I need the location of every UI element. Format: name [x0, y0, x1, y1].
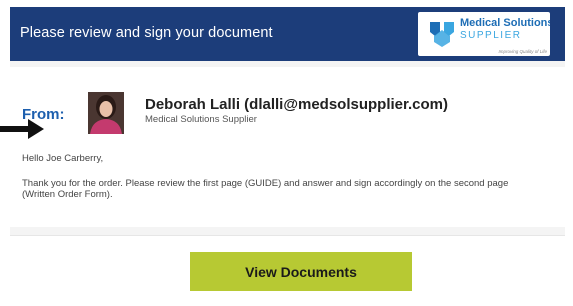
avatar-photo [88, 92, 124, 134]
action-area: View Documents [10, 236, 565, 306]
avatar-image [88, 92, 124, 134]
arrow-right-icon [0, 119, 44, 139]
logo-tagline: Improving Quality of Life [498, 49, 547, 54]
company-logo: Medical Solutions SUPPLIER Improving Qua… [418, 12, 550, 56]
email-frame: Please review and sign your document Med… [10, 7, 565, 306]
logo-name: Medical Solutions [460, 17, 550, 29]
email-header: Please review and sign your document Med… [10, 7, 565, 61]
email-card: From: Deborah Lalli (dlalli@medsolsuppli… [10, 67, 565, 227]
medical-solutions-logo-icon [430, 22, 454, 47]
header-title: Please review and sign your document [20, 25, 273, 41]
sender-company: Medical Solutions Supplier [145, 114, 257, 125]
sender-name: Deborah Lalli (dlalli@medsolsupplier.com… [145, 96, 449, 113]
view-documents-button[interactable]: View Documents [190, 252, 412, 291]
greeting-text: Hello Joe Carberry, [22, 153, 104, 164]
logo-subtitle: SUPPLIER [460, 30, 522, 41]
message-text: Thank you for the order. Please review t… [22, 178, 509, 200]
